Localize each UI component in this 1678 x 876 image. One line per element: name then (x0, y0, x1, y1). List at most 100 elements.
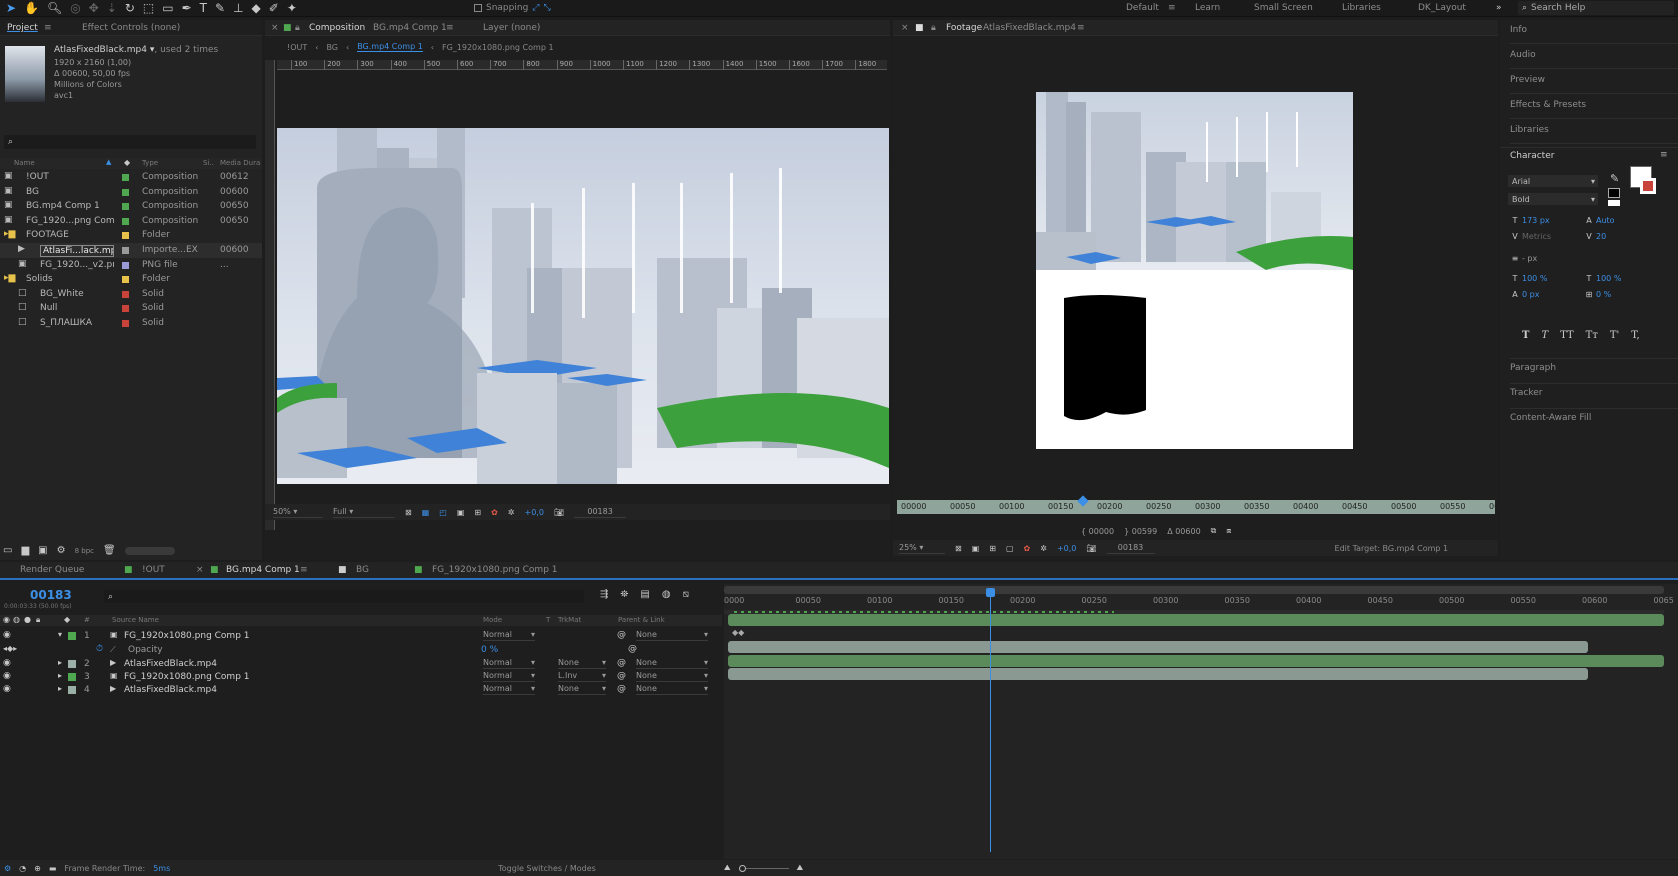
expand-layer-icon[interactable]: ▸ (58, 658, 62, 667)
small-caps-button[interactable]: Tт (1586, 330, 1598, 341)
col-parent[interactable]: Parent & Link (618, 616, 665, 624)
crumb-fg-comp[interactable]: FG_1920x1080.png Comp 1 (442, 43, 554, 52)
crumb-bg-mp4-comp[interactable]: BG.mp4 Comp 1 (357, 42, 423, 52)
composition-viewer[interactable] (277, 128, 889, 484)
workspace-menu-icon[interactable]: ≡ (1168, 3, 1176, 13)
grid-guides-icon[interactable]: ⊞ (474, 508, 481, 517)
layer-trkmat-select[interactable]: None ▾ (558, 658, 606, 669)
kerning-value[interactable]: Metrics (1522, 229, 1582, 245)
roto-brush-tool-icon[interactable]: ✐ (269, 1, 279, 15)
horizontal-scale-value[interactable]: 100 % (1596, 271, 1621, 287)
workspace-small-screen[interactable]: Small Screen (1254, 3, 1313, 13)
label-color-swatch[interactable] (122, 203, 129, 211)
comp-tab-name[interactable]: BG.mp4 Comp 1 (373, 23, 447, 33)
crumb-bg[interactable]: BG (326, 43, 338, 52)
layer-parent-select[interactable]: None ▾ (636, 684, 708, 695)
footage-in-point[interactable]: { 00000 (1081, 527, 1114, 536)
panel-preview[interactable]: Preview (1510, 75, 1678, 94)
orbit-camera-icon[interactable]: ◎ (70, 1, 80, 15)
project-scrollbar[interactable] (124, 546, 175, 555)
in-out-toggle-icon[interactable]: ◔ (19, 864, 26, 873)
solo-switch-icon[interactable]: ● (24, 615, 31, 624)
footage-exposure-icon[interactable]: ✲ (1040, 544, 1047, 553)
type-tool-icon[interactable]: T (200, 1, 207, 15)
project-item-row[interactable]: ▸▆ Solids Folder (0, 272, 262, 287)
layer-trkmat-select[interactable]: L.Inv ▾ (558, 671, 606, 682)
layer-parent-select[interactable]: None ▾ (636, 658, 708, 669)
expand-layer-icon[interactable]: ▸ (58, 684, 62, 693)
comp-tab-menu-icon[interactable]: ≡ (446, 23, 454, 33)
col-source-name[interactable]: Source Name (112, 616, 159, 624)
layer-2-track-bar[interactable] (728, 641, 1588, 653)
footage-snapshot-icon[interactable]: 📷︎ (1086, 544, 1096, 553)
panel-libraries[interactable]: Libraries (1510, 125, 1678, 144)
parent-pickwhip-icon[interactable]: @ (617, 658, 626, 668)
delete-icon[interactable]: 🗑︎ (103, 545, 116, 556)
layer-row[interactable]: ◉ ▾ 1 ▣ FG_1920x1080.png Comp 1 Normal ▾ @ None ▾ (0, 629, 722, 643)
pan-behind-tool-icon[interactable]: ⬚ (143, 1, 154, 15)
layer-label-swatch[interactable] (68, 673, 76, 681)
label-color-swatch[interactable] (122, 276, 129, 284)
eyedropper-icon[interactable]: ✎ (1610, 172, 1619, 185)
layer-label-swatch[interactable] (68, 632, 76, 640)
white-swatch[interactable] (1608, 200, 1620, 206)
layer-trkmat-select[interactable]: None ▾ (558, 684, 606, 695)
layer-label-swatch[interactable] (68, 686, 76, 694)
lock-switch-icon[interactable]: 🔒︎ (36, 615, 40, 625)
project-item-row[interactable]: □ Null Solid (0, 301, 262, 316)
eye-icon[interactable]: ◉ (3, 630, 11, 640)
pan-camera-icon[interactable]: ✥ (89, 1, 99, 15)
toggle-switches-modes[interactable]: Toggle Switches / Modes (498, 864, 596, 873)
opacity-keyframes[interactable]: ◆◆ (732, 628, 744, 637)
comp-current-frame[interactable]: 00183 (574, 507, 627, 518)
leading-value[interactable]: Auto (1596, 213, 1615, 229)
label-icon[interactable]: ◆ (124, 158, 130, 167)
brush-tool-icon[interactable]: ✎ (215, 1, 225, 15)
pen-tool-icon[interactable]: ✒ (182, 1, 192, 15)
stopwatch-icon[interactable]: ⏱ (96, 644, 103, 654)
footage-zoom-select[interactable]: 25% ▾ (899, 543, 945, 554)
col-trkmat[interactable]: TrkMat (558, 616, 581, 624)
footage-channel-icon[interactable]: ✿ (1024, 544, 1031, 553)
layer-source-name[interactable]: FG_1920x1080.png Comp 1 (124, 672, 424, 682)
work-area-bar[interactable] (724, 586, 1664, 594)
eye-icon[interactable]: ◉ (3, 658, 11, 668)
workspace-dk-layout[interactable]: DK_Layout (1418, 3, 1466, 13)
tab-project[interactable]: Project (7, 23, 38, 33)
timeline-timecode[interactable]: 00183 (30, 588, 72, 602)
snap-features-icon[interactable]: ⤡ (543, 3, 550, 13)
project-item-row[interactable]: ▶ AtlasFi...lack.mp4 Importe...EX 00600 (0, 243, 262, 258)
graph-editor-icon[interactable]: ⧅ (683, 589, 689, 600)
subscript-button[interactable]: T, (1631, 330, 1639, 341)
timeline-search-input[interactable]: ⌕ (104, 590, 584, 603)
layer-row[interactable]: ◉ ▸ 4 ▶ AtlasFixedBlack.mp4 Normal ▾ None ▾ @ None… (0, 683, 722, 697)
footage-transparency-icon[interactable]: ▣ (972, 544, 980, 553)
project-item-row[interactable]: ▣ FG_1920...png Comp 1 Composition 00650 (0, 214, 262, 229)
composition-flowchart-icon[interactable]: ⇶ (600, 589, 608, 600)
stretch-toggle-icon[interactable]: ⊕ (34, 864, 41, 873)
col-name[interactable]: Name (14, 159, 35, 167)
faux-bold-button[interactable]: T (1522, 330, 1529, 341)
zoom-in-icon[interactable]: ⛰ (797, 863, 804, 873)
tab-effect-controls[interactable]: Effect Controls (none) (82, 23, 180, 33)
workspace-learn[interactable]: Learn (1195, 3, 1220, 13)
label-color-swatch[interactable] (122, 290, 129, 298)
current-time-indicator[interactable] (990, 590, 991, 852)
label-color-swatch[interactable] (122, 320, 129, 327)
timeline-track-area[interactable]: 0000 00050 00100 00150 00200 00250 00300 00350 0… (724, 584, 1678, 859)
clone-stamp-tool-icon[interactable]: ⊥ (233, 1, 243, 15)
footage-tab-name[interactable]: AtlasFixedBlack.mp4 (983, 23, 1076, 33)
project-item-row[interactable]: □ BG_White Solid (0, 287, 262, 302)
expand-layer-icon[interactable]: ▾ (58, 630, 62, 639)
footage-lock-view-icon[interactable]: 🔒︎ (931, 23, 936, 33)
font-style-select[interactable]: Bold ▾ (1508, 193, 1598, 205)
layer-mode-select[interactable]: Normal ▾ (483, 684, 535, 695)
project-panel-menu-icon[interactable]: ≡ (44, 23, 52, 33)
fast-previews-icon[interactable]: ⊠ (405, 508, 412, 517)
project-item-row[interactable]: ▸▆ FOOTAGE Folder (0, 228, 262, 243)
layer-4-track-bar[interactable] (728, 668, 1588, 680)
ripple-insert-icon[interactable]: ⧉ (1211, 526, 1217, 536)
snap-edges-icon[interactable]: ⤢ (532, 3, 539, 13)
more-workspaces-icon[interactable]: » (1496, 3, 1502, 13)
playhead-handle[interactable] (986, 588, 995, 597)
